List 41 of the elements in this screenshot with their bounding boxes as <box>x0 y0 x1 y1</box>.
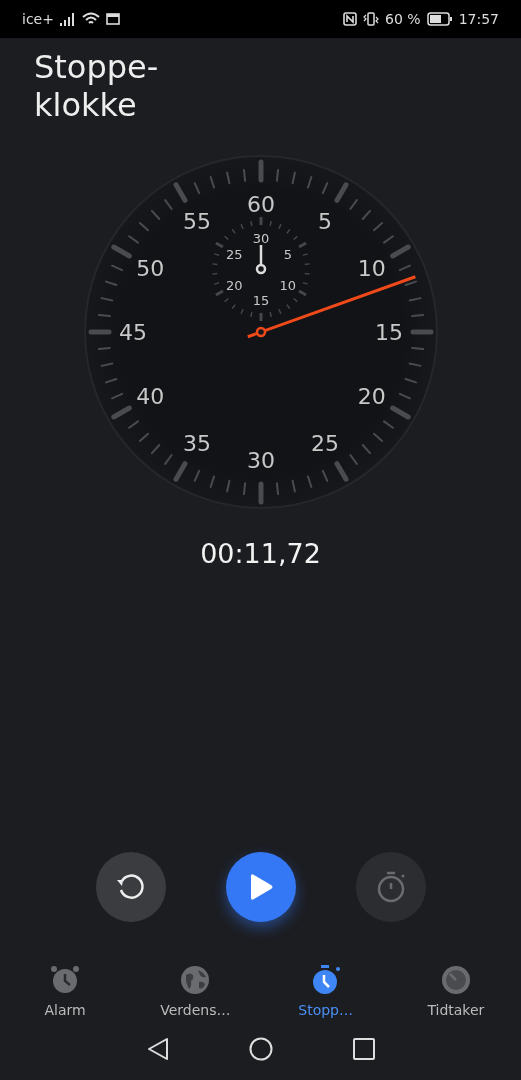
recents-icon[interactable] <box>352 1038 375 1060</box>
minute-hand <box>255 245 266 275</box>
dial-number: 10 <box>357 256 386 281</box>
wifi-icon <box>81 12 100 26</box>
alarm-clock-icon <box>49 964 82 996</box>
dial-number: 40 <box>135 384 164 409</box>
dial-number: 5 <box>317 209 332 235</box>
page-title: Stoppe-klokke <box>34 48 160 124</box>
dial-number: 10 <box>279 277 296 293</box>
dial-number: 50 <box>135 256 164 281</box>
vibrate-icon <box>363 12 380 26</box>
battery-icon <box>426 12 453 26</box>
tab[interactable]: Tidtaker <box>390 964 521 1018</box>
home-icon[interactable] <box>248 1037 273 1061</box>
tab[interactable]: Stopp… <box>260 964 391 1018</box>
dial-number: 25 <box>310 430 339 456</box>
window-icon <box>105 13 120 25</box>
globe-icon <box>179 964 212 996</box>
dial-number: 60 <box>246 192 275 217</box>
timer-icon <box>439 964 472 996</box>
dial-number: 55 <box>182 209 211 235</box>
dial-number: 30 <box>246 448 275 473</box>
dial-number: 20 <box>357 384 386 409</box>
dial-number: 15 <box>252 293 269 308</box>
dial-number: 20 <box>225 277 242 293</box>
dial-number: 35 <box>182 430 211 456</box>
dial-number: 30 <box>252 231 269 246</box>
dial-number: 15 <box>374 320 403 345</box>
signal-icon <box>59 12 76 26</box>
start-button[interactable] <box>225 852 296 922</box>
dial-number: 45 <box>118 320 147 345</box>
dial-number: 5 <box>283 246 292 262</box>
elapsed-time: 00:11,72 <box>200 538 321 569</box>
tab[interactable]: Verdens… <box>130 964 261 1018</box>
nfc-icon <box>343 12 358 26</box>
back-icon[interactable] <box>146 1037 169 1061</box>
battery-percentage: 60 % <box>385 11 421 27</box>
carrier-name: ice+ <box>22 11 54 27</box>
tab[interactable]: Alarm <box>0 964 131 1018</box>
clock-time: 17:57 <box>458 11 499 27</box>
dial-number: 25 <box>225 246 242 262</box>
